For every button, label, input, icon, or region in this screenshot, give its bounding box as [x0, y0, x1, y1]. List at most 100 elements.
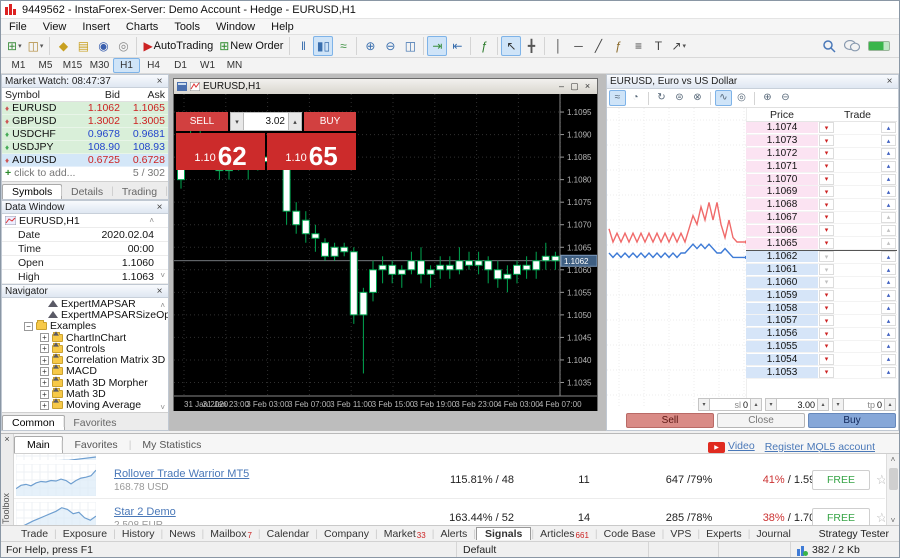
market-watch-button[interactable]: ◆ — [53, 36, 73, 56]
spread-value[interactable]: 3.02 — [244, 112, 288, 131]
scrollbar-thumb[interactable] — [889, 468, 898, 490]
buy-at-1.1056-icon[interactable]: ▴ — [881, 328, 896, 339]
tab-favorites[interactable]: Favorites — [63, 415, 126, 430]
spread-down-icon[interactable]: ▾ — [230, 112, 244, 131]
toolbox-tab-alerts[interactable]: Alerts — [434, 528, 473, 540]
menu-tools[interactable]: Tools — [166, 21, 208, 33]
menu-view[interactable]: View — [35, 21, 75, 33]
sell-at-1.1069-icon[interactable]: ▾ — [819, 186, 834, 197]
toolbox-tab-exposure[interactable]: Exposure — [57, 528, 113, 540]
toolbox-tab-calendar[interactable]: Calendar — [261, 528, 316, 540]
close-icon[interactable]: × — [154, 286, 165, 297]
sell-at-1.1068-icon[interactable]: ▾ — [819, 199, 834, 210]
buy-at-1.1066-icon[interactable]: ▴ — [881, 225, 896, 236]
close-icon[interactable]: × — [884, 76, 895, 87]
minimize-icon[interactable]: – — [555, 81, 568, 92]
column-bid[interactable]: Bid — [78, 89, 123, 101]
refresh-button[interactable]: ↻ — [653, 90, 670, 106]
toolbox-tab-vps[interactable]: VPS — [664, 528, 697, 540]
symbol-row-usdjpy[interactable]: ♦USDJPY108.90108.93 — [2, 141, 168, 154]
tp-down-icon[interactable]: ▾ — [832, 398, 844, 411]
lot-down-icon[interactable]: ▾ — [765, 398, 777, 411]
buy-at-1.1062-icon[interactable]: ▴ — [881, 251, 896, 262]
ladder-row-1.1072[interactable]: 1.1072▾▴ — [746, 148, 897, 161]
bar-chart-button[interactable]: ‖ — [293, 36, 313, 56]
menu-help[interactable]: Help — [263, 21, 302, 33]
sl-up-icon[interactable]: ▴ — [750, 398, 762, 411]
chat-icon[interactable] — [844, 40, 860, 52]
navigator-item-correlation-matrix-3d[interactable]: +Correlation Matrix 3D — [2, 354, 168, 365]
ipc-button[interactable]: ◎ — [113, 36, 133, 56]
favorite-star-icon[interactable]: ☆ — [876, 510, 885, 525]
ladder-row-1.1067[interactable]: 1.1067▾▴ — [746, 212, 897, 225]
click-to-add-row[interactable]: +click to add...5 / 302 — [2, 167, 168, 180]
tab-favorites[interactable]: Favorites — [62, 436, 131, 453]
free-badge-button[interactable]: FREE — [812, 508, 870, 525]
column-ask[interactable]: Ask — [123, 89, 168, 101]
buy-at-1.1065-icon[interactable]: ▴ — [881, 238, 896, 249]
sell-at-1.1071-icon[interactable]: ▾ — [819, 161, 834, 172]
ladder-row-1.1057[interactable]: 1.1057▾▴ — [746, 315, 897, 328]
orders-button[interactable]: ⊜ — [671, 90, 688, 106]
tab-trading[interactable]: Trading — [112, 184, 167, 199]
vertical-line-button[interactable]: │ — [548, 36, 568, 56]
tab-common[interactable]: Common — [2, 415, 65, 430]
sell-at-1.1060-icon[interactable]: ▾ — [819, 277, 834, 288]
indicators-button[interactable]: ƒ — [474, 36, 494, 56]
sell-at-1.1058-icon[interactable]: ▾ — [819, 303, 834, 314]
dom-sell-button[interactable]: Sell — [626, 413, 714, 428]
buy-at-1.1073-icon[interactable]: ▴ — [881, 135, 896, 146]
candle-chart-button[interactable]: ▮▯ — [313, 36, 333, 56]
expand-icon[interactable]: + — [40, 390, 49, 399]
scroll-up-icon[interactable]: ˄ — [887, 455, 899, 464]
spread-up-icon[interactable]: ▴ — [288, 112, 302, 131]
buy-at-1.1054-icon[interactable]: ▴ — [881, 354, 896, 365]
buy-button[interactable]: BUY — [304, 112, 356, 131]
timeframe-d1[interactable]: D1 — [167, 58, 194, 73]
buy-at-1.1069-icon[interactable]: ▴ — [881, 186, 896, 197]
group-mode-button[interactable]: ◎ — [733, 90, 750, 106]
time-sales-button[interactable]: ◔ — [627, 90, 644, 106]
sl-down-icon[interactable]: ▾ — [698, 398, 710, 411]
close-icon[interactable]: × — [581, 81, 594, 92]
expand-icon[interactable]: + — [40, 344, 49, 353]
signal-name-link[interactable]: Star 2 Demo — [114, 506, 176, 518]
profiles-button[interactable]: ◫▾ — [25, 36, 47, 56]
depth-zoom-out-button[interactable]: ⊖ — [777, 90, 794, 106]
navigator-item-controls[interactable]: +Controls — [2, 343, 168, 354]
toolbox-tab-market[interactable]: Market33 — [378, 528, 432, 540]
toolbox-tab-code-base[interactable]: Code Base — [598, 528, 662, 540]
close-orders-button[interactable]: ⊗ — [689, 90, 706, 106]
favorite-star-icon[interactable]: ☆ — [876, 472, 885, 488]
ladder-row-1.1058[interactable]: 1.1058▾▴ — [746, 302, 897, 315]
toolbox-tab-signals[interactable]: Signals — [476, 527, 531, 540]
buy-at-1.1059-icon[interactable]: ▴ — [881, 290, 896, 301]
free-badge-button[interactable]: FREE — [812, 470, 870, 490]
tp-value[interactable]: 0 — [877, 400, 882, 410]
symbol-row-eurusd[interactable]: ♦EURUSD1.10621.1065 — [2, 102, 168, 115]
toolbox-tab-journal[interactable]: Journal — [750, 528, 796, 540]
sell-button[interactable]: SELL — [176, 112, 228, 131]
sell-at-1.1066-icon[interactable]: ▾ — [819, 225, 834, 236]
expand-icon[interactable]: + — [40, 401, 49, 410]
navigator-item-math-3d[interactable]: +Math 3D — [2, 388, 168, 399]
buy-at-1.1061-icon[interactable]: ▴ — [881, 264, 896, 275]
buy-at-1.1074-icon[interactable]: ▴ — [881, 122, 896, 133]
toolbox-tab-mailbox[interactable]: Mailbox7 — [204, 528, 258, 540]
sell-at-1.1056-icon[interactable]: ▾ — [819, 328, 834, 339]
toolbox-tab-trade[interactable]: Trade — [15, 528, 54, 540]
zoom-out-button[interactable]: ⊖ — [380, 36, 400, 56]
sell-at-1.1061-icon[interactable]: ▾ — [819, 264, 834, 275]
tab-my-statistics[interactable]: My Statistics — [129, 436, 214, 453]
buy-at-1.1068-icon[interactable]: ▴ — [881, 199, 896, 210]
channel-button[interactable]: ≡ — [628, 36, 648, 56]
scroll-down-icon[interactable]: ˅ — [887, 516, 899, 525]
tab-details[interactable]: Details — [61, 184, 113, 199]
data-window-button[interactable]: ▤ — [73, 36, 93, 56]
ladder-row-1.1062[interactable]: 1.1062▾▴ — [746, 251, 897, 264]
fibonacci-button[interactable]: ƒ — [608, 36, 628, 56]
navigator-item-moving-average[interactable]: +Moving Average — [2, 400, 168, 411]
ladder-row-1.1065[interactable]: 1.1065▾▴ — [746, 237, 897, 250]
close-icon[interactable]: × — [154, 76, 165, 87]
buy-at-1.1070-icon[interactable]: ▴ — [881, 174, 896, 185]
